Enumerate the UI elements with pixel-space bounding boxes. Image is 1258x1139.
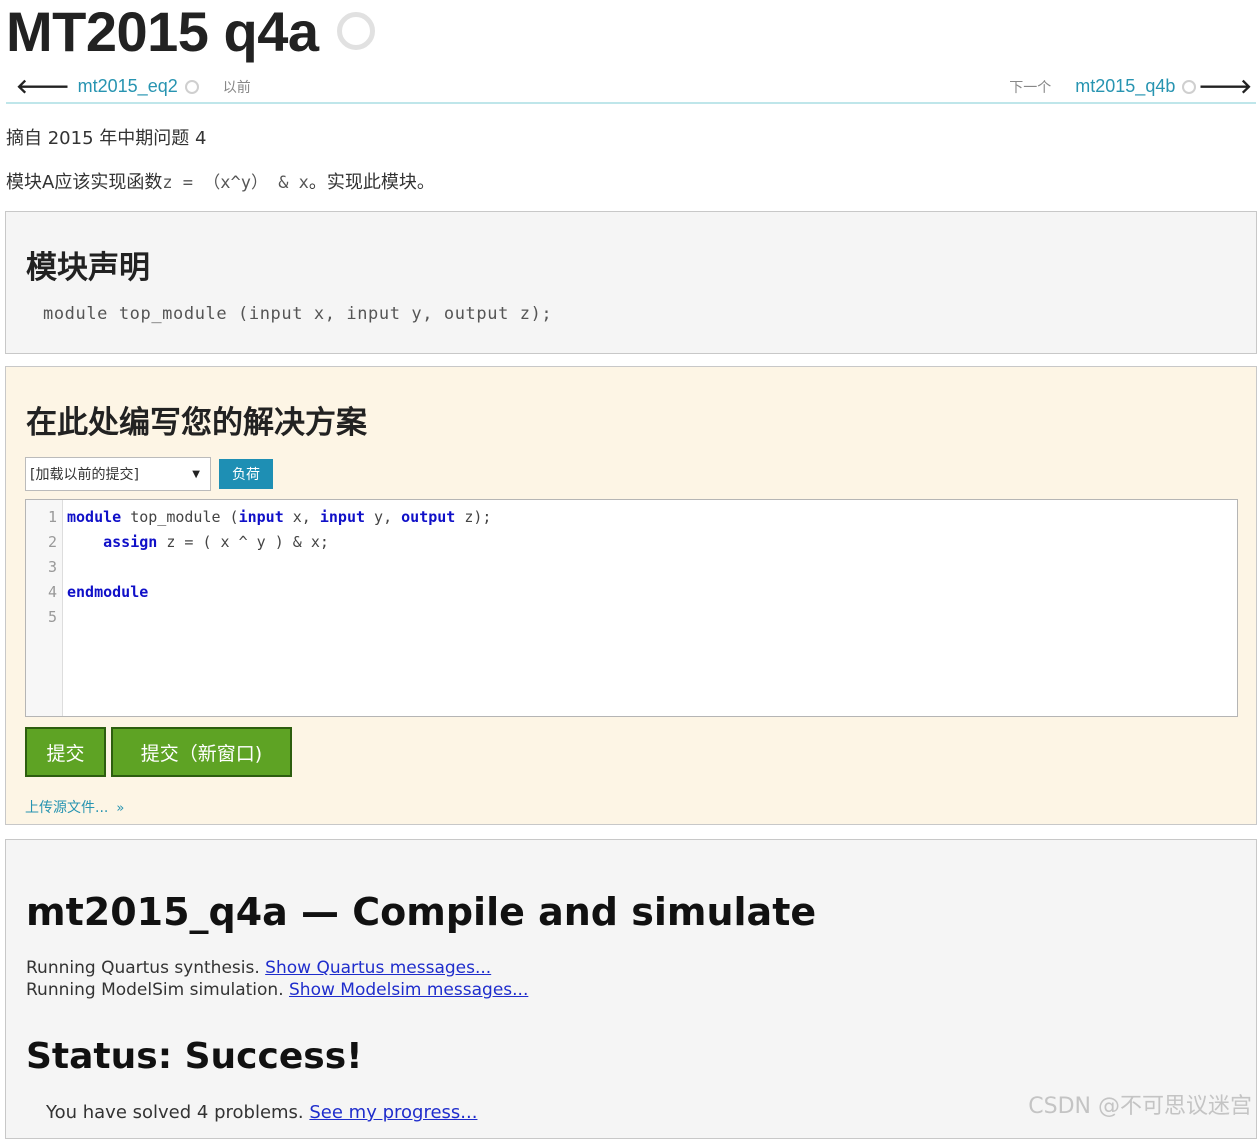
keyword: input xyxy=(238,508,284,526)
code-text: x, xyxy=(283,508,320,526)
line-number: 4 xyxy=(47,583,57,601)
prev-problem-link[interactable]: mt2015_eq2 xyxy=(78,76,178,97)
code-line-2[interactable]: assign z = ( x ^ y ) & x; xyxy=(67,530,329,555)
double-chevron-down-icon: » xyxy=(116,801,125,816)
keyword: module xyxy=(67,508,122,526)
submit-new-window-button[interactable]: 提交（新窗口) xyxy=(111,727,292,777)
next-problem-link[interactable]: mt2015_q4b xyxy=(1075,76,1175,97)
watermark: CSDN @不可思议迷宫 xyxy=(1028,1094,1252,1119)
arrow-left-icon[interactable]: 🡐 xyxy=(16,74,70,99)
declaration-code: module top_module (input x, input y, out… xyxy=(43,304,553,324)
page-header: MT2015 q4a xyxy=(6,0,375,63)
load-button[interactable]: 负荷 xyxy=(219,459,273,489)
upload-label: 上传源文件... xyxy=(25,800,109,816)
problem-description: 模块A应该实现函数 z = （x^y） & x 。实现此模块。 xyxy=(6,168,435,194)
description-suffix: 。实现此模块。 xyxy=(308,172,435,193)
line-number: 5 xyxy=(47,608,57,626)
code-text: top_module ( xyxy=(121,508,239,526)
caret-down-icon: ▼ xyxy=(192,468,200,480)
prev-nav: 🡐 mt2015_eq2 以前 xyxy=(16,74,251,99)
solved-text: You have solved 4 problems. xyxy=(46,1102,310,1123)
line-number: 1 xyxy=(47,508,57,526)
code-text: y, xyxy=(365,508,402,526)
see-progress-link[interactable]: See my progress... xyxy=(309,1102,477,1123)
keyword: assign xyxy=(103,533,158,551)
keyword: output xyxy=(401,508,456,526)
prev-status-circle-icon xyxy=(184,79,199,94)
code-text: z = ( x ^ y ) & x; xyxy=(157,533,329,551)
description-formula: z = （x^y） & x xyxy=(162,173,309,193)
module-declaration-panel: 模块声明 module top_module (input x, input y… xyxy=(5,211,1257,354)
code-line-1[interactable]: module top_module (input x, input y, out… xyxy=(67,505,491,530)
code-line-4[interactable]: endmodule xyxy=(67,580,148,605)
declaration-heading: 模块声明 xyxy=(26,250,150,286)
result-heading: mt2015_q4a — Compile and simulate xyxy=(26,890,817,934)
page-title: MT2015 q4a xyxy=(6,0,319,63)
quartus-text: Running Quartus synthesis. xyxy=(26,958,266,978)
keyword: input xyxy=(319,508,366,526)
status-heading: Status: Success! xyxy=(26,1036,363,1077)
keyword: endmodule xyxy=(67,583,149,601)
show-quartus-messages-link[interactable]: Show Quartus messages... xyxy=(265,958,491,978)
upload-source-link[interactable]: 上传源文件... » xyxy=(25,797,124,817)
next-nav: 下一个 mt2015_q4b 🡒 xyxy=(1009,74,1252,99)
line-number: 3 xyxy=(47,558,57,576)
quartus-message: Running Quartus synthesis. Show Quartus … xyxy=(26,958,491,978)
solution-panel: 在此处编写您的解决方案 [加载以前的提交] ▼ 负荷 1 2 3 4 5 mod… xyxy=(5,366,1257,825)
line-number: 2 xyxy=(47,533,57,551)
modelsim-text: Running ModelSim simulation. xyxy=(26,980,290,1000)
solved-count: You have solved 4 problems. See my progr… xyxy=(46,1102,477,1123)
next-status-circle-icon xyxy=(1182,79,1197,94)
description-prefix: 模块A应该实现函数 xyxy=(6,172,163,193)
previous-submission-select[interactable]: [加载以前的提交] ▼ xyxy=(25,457,211,491)
select-value: [加载以前的提交] xyxy=(30,467,139,483)
show-modelsim-messages-link[interactable]: Show Modelsim messages... xyxy=(289,980,528,1000)
submit-button[interactable]: 提交 xyxy=(25,727,106,777)
code-editor[interactable]: 1 2 3 4 5 module top_module (input x, in… xyxy=(25,499,1238,717)
arrow-right-icon[interactable]: 🡒 xyxy=(1198,74,1252,99)
problem-source: 摘自 2015 年中期问题 4 xyxy=(6,128,207,149)
modelsim-message: Running ModelSim simulation. Show Models… xyxy=(26,980,528,1000)
status-circle-icon xyxy=(336,12,375,50)
next-hint: 下一个 xyxy=(1009,78,1052,95)
code-text: z); xyxy=(455,508,492,526)
problem-navigation: 🡐 mt2015_eq2 以前 下一个 mt2015_q4b 🡒 xyxy=(6,70,1256,104)
prev-hint: 以前 xyxy=(222,78,251,95)
solution-heading: 在此处编写您的解决方案 xyxy=(26,405,367,441)
